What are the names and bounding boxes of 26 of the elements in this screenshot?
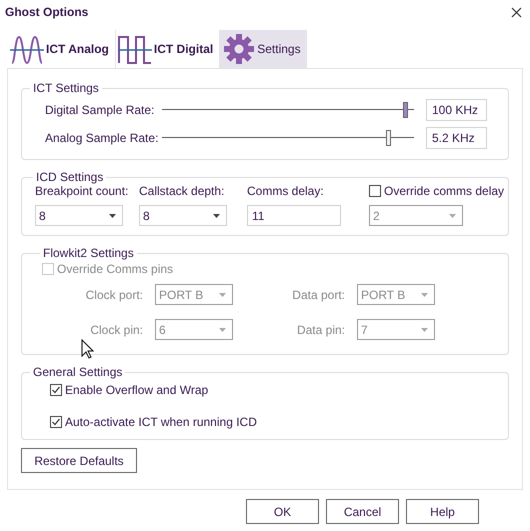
field-label: Breakpoint count:	[35, 184, 130, 198]
dialog-button[interactable]: Cancel	[326, 499, 399, 524]
rate-field[interactable]: 5.2 KHz	[426, 126, 487, 148]
field-label: Clock pin:	[90, 322, 144, 336]
input-field[interactable]: 11	[247, 205, 341, 226]
group-title: ICT Settings	[32, 81, 100, 95]
group-title: ICD Settings	[35, 170, 104, 184]
rate-field[interactable]: 100 KHz	[426, 98, 487, 120]
group-title: General Settings	[32, 365, 124, 379]
field-label: Data port:	[292, 288, 346, 302]
dropdown[interactable]: 8	[139, 205, 227, 226]
field-label: Callstack depth:	[139, 184, 226, 198]
field-label: Comms delay:	[247, 184, 325, 198]
field-label: Data pin:	[296, 322, 346, 336]
window-title: Ghost Options	[5, 5, 88, 19]
dropdown[interactable]: 8	[35, 205, 123, 226]
checkbox-label[interactable]: Auto-activate ICT when running ICD	[65, 415, 257, 429]
restore-defaults-button[interactable]: Restore Defaults	[21, 448, 137, 473]
checkbox-label[interactable]: Enable Overflow and Wrap	[65, 383, 208, 397]
slider-label: Analog Sample Rate:	[44, 130, 160, 144]
slider-label: Digital Sample Rate:	[44, 102, 156, 116]
group-title: Flowkit2 Settings	[42, 246, 135, 260]
dialog-button[interactable]: Help	[406, 499, 479, 524]
dialog-button[interactable]: OK	[246, 499, 319, 524]
field-label: Clock port:	[86, 288, 144, 302]
tab[interactable]: Settings	[219, 30, 307, 68]
